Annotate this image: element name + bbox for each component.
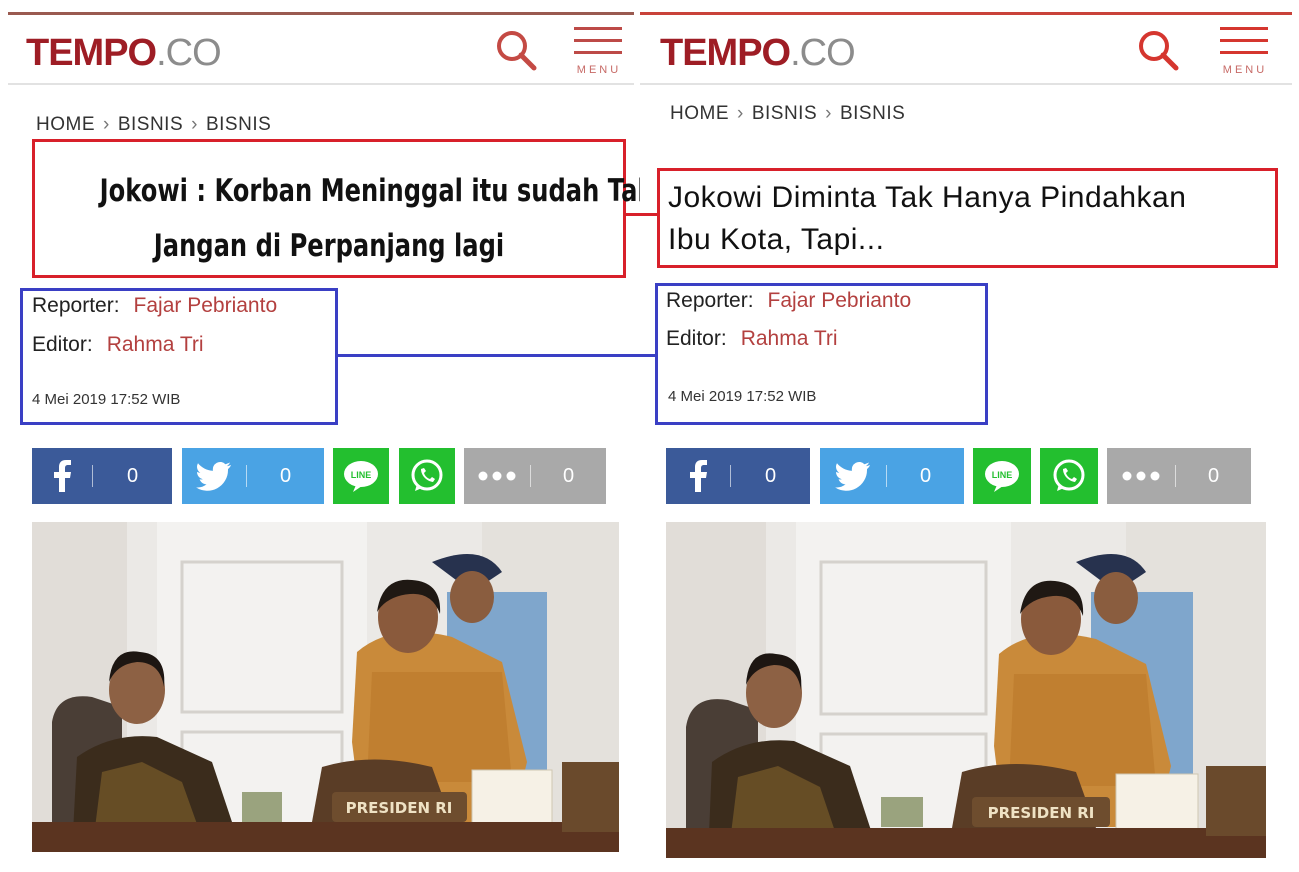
right-screenshot: TEMPO.CO MENU HOME › BISNIS › BISNIS Jokowi …: [640, 0, 1292, 872]
twitter-icon: [835, 461, 870, 491]
publish-date: 4 Mei 2019 17:52 WIB: [668, 388, 817, 405]
menu-label: MENU: [576, 64, 622, 76]
svg-text:LINE: LINE: [992, 470, 1013, 480]
breadcrumb-bisnis[interactable]: BISNIS: [118, 114, 183, 135]
facebook-share-count: 0: [764, 464, 777, 487]
site-header: TEMPO.CO MENU: [640, 15, 1292, 85]
facebook-icon: [54, 460, 71, 492]
svg-text:PRESIDEN RI: PRESIDEN RI: [988, 804, 1095, 822]
tempo-logo[interactable]: TEMPO.CO: [660, 32, 856, 75]
reporter-name[interactable]: Fajar Pebrianto: [134, 294, 278, 317]
title-connector-line: [626, 213, 658, 216]
facebook-share-button[interactable]: 0: [32, 448, 172, 504]
breadcrumb-bisnis-sub[interactable]: BISNIS: [840, 103, 905, 124]
line-share-button[interactable]: LINE: [973, 448, 1031, 504]
more-share-count: 0: [1207, 464, 1220, 487]
tempo-logo[interactable]: TEMPO.CO: [26, 32, 222, 75]
twitter-share-button[interactable]: 0: [182, 448, 324, 504]
article-photo-illustration: PRESIDEN RI: [666, 522, 1266, 858]
whatsapp-icon: [411, 459, 443, 491]
more-share-count: 0: [562, 464, 575, 487]
chevron-right-icon: ›: [737, 103, 744, 124]
facebook-share-count: 0: [126, 464, 139, 487]
line-icon: LINE: [985, 461, 1019, 492]
chevron-right-icon: ›: [103, 114, 110, 135]
article-title: Jokowi Diminta Tak Hanya Pindahkan Ibu K…: [668, 177, 1186, 261]
whatsapp-icon: [1053, 459, 1085, 491]
facebook-share-button[interactable]: 0: [666, 448, 810, 504]
title-annotation-box: Jokowi : Korban Meninggal itu sudah Takd…: [32, 139, 692, 278]
line-icon: LINE: [344, 461, 378, 492]
reporter-line: Reporter: Fajar Pebrianto: [666, 289, 912, 312]
breadcrumb: HOME › BISNIS › BISNIS: [36, 114, 271, 136]
title-line-2: Ibu Kota, Tapi...: [668, 223, 885, 256]
whatsapp-share-button[interactable]: [1040, 448, 1098, 504]
chevron-right-icon: ›: [191, 114, 198, 135]
reporter-line: Reporter: Fajar Pebrianto: [32, 294, 278, 317]
editor-line: Editor: Rahma Tri: [666, 327, 838, 350]
left-screenshot: TEMPO.CO MENU HOME › BISNIS › BISNIS Jokowi …: [8, 0, 692, 872]
title-annotation-box: Jokowi Diminta Tak Hanya Pindahkan Ibu K…: [657, 168, 1278, 268]
twitter-share-count: 0: [279, 464, 292, 487]
byline-connector-line: [338, 354, 655, 357]
chevron-right-icon: ›: [825, 103, 832, 124]
search-icon[interactable]: [1136, 28, 1180, 72]
editor-name[interactable]: Rahma Tri: [107, 333, 204, 356]
title-line-1: Jokowi : Korban Meninggal itu sudah Takd…: [99, 173, 692, 209]
title-line-1: Jokowi Diminta Tak Hanya Pindahkan: [668, 181, 1187, 214]
reporter-name[interactable]: Fajar Pebrianto: [768, 289, 912, 312]
breadcrumb-home[interactable]: HOME: [670, 103, 729, 124]
search-icon[interactable]: [494, 28, 538, 72]
breadcrumb: HOME › BISNIS › BISNIS: [670, 103, 905, 125]
more-icon: [478, 471, 516, 481]
more-share-button[interactable]: 0: [464, 448, 606, 504]
breadcrumb-bisnis-sub[interactable]: BISNIS: [206, 114, 271, 135]
facebook-icon: [690, 460, 707, 492]
article-photo: PRESIDEN RI: [32, 522, 619, 852]
article-photo-illustration: PRESIDEN RI: [32, 522, 619, 852]
more-share-button[interactable]: 0: [1107, 448, 1251, 504]
menu-button[interactable]: MENU: [1220, 25, 1270, 77]
publish-date: 4 Mei 2019 17:52 WIB: [32, 391, 181, 408]
menu-label: MENU: [1222, 64, 1268, 76]
svg-text:PRESIDEN RI: PRESIDEN RI: [346, 799, 453, 817]
editor-line: Editor: Rahma Tri: [32, 333, 204, 356]
menu-button[interactable]: MENU: [574, 25, 624, 77]
editor-name[interactable]: Rahma Tri: [741, 327, 838, 350]
breadcrumb-home[interactable]: HOME: [36, 114, 95, 135]
more-icon: [1122, 471, 1160, 481]
breadcrumb-bisnis[interactable]: BISNIS: [752, 103, 817, 124]
line-share-button[interactable]: LINE: [333, 448, 389, 504]
site-header: TEMPO.CO MENU: [8, 15, 634, 85]
twitter-share-button[interactable]: 0: [820, 448, 964, 504]
article-photo: PRESIDEN RI: [666, 522, 1266, 858]
twitter-icon: [196, 461, 231, 491]
twitter-share-count: 0: [919, 464, 932, 487]
title-line-2: Jangan di Perpanjang lagi: [153, 228, 505, 264]
whatsapp-share-button[interactable]: [399, 448, 455, 504]
article-title: Jokowi : Korban Meninggal itu sudah Takd…: [99, 164, 692, 274]
svg-text:LINE: LINE: [351, 470, 372, 480]
